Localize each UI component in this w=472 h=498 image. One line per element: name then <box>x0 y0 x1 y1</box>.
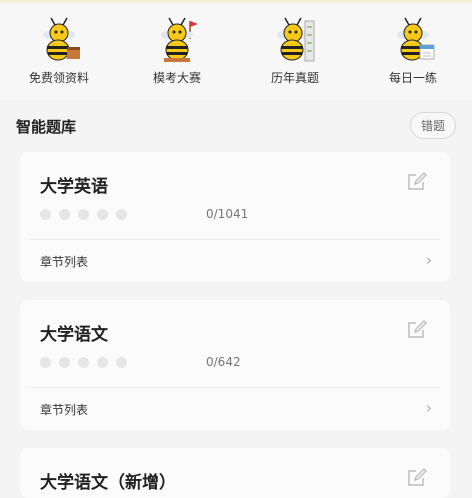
progress-dot <box>59 357 70 368</box>
bee-with-papers-icon <box>277 17 315 62</box>
progress-count: 0/1041 <box>206 207 249 221</box>
progress-count: 0/642 <box>206 355 241 369</box>
quick-action-past-exams[interactable]: 历年真题 <box>245 3 345 100</box>
quick-action-daily-practice[interactable]: 每日一练 <box>363 3 463 100</box>
chapter-list-label: 章节列表 <box>40 255 89 269</box>
course-card-college-chinese: 大学语文 0/642 章节列表 › <box>20 300 450 430</box>
quick-action-bar: 免费领资料 模考大赛 历年真题 每日一练 <box>0 3 472 100</box>
bee-with-calendar-icon <box>397 17 435 61</box>
course-card-college-chinese-new: 大学语文（新增） <box>20 448 450 498</box>
edit-icon[interactable] <box>406 318 428 340</box>
quick-action-mock-contest[interactable]: 模考大赛 <box>127 3 227 100</box>
progress-dot <box>97 209 108 220</box>
progress-dot <box>40 357 51 368</box>
progress-dots <box>40 209 127 220</box>
quick-action-label: 历年真题 <box>270 71 319 85</box>
chapter-list-link[interactable]: 章节列表 › <box>20 240 450 282</box>
progress-dot <box>116 209 127 220</box>
quick-action-label: 免费领资料 <box>28 71 89 85</box>
chapter-list-label: 章节列表 <box>40 403 89 417</box>
progress-dot <box>78 209 89 220</box>
bee-with-books-icon <box>43 17 80 61</box>
progress-dots <box>40 357 127 368</box>
progress-dot <box>78 357 89 368</box>
progress-dot <box>97 357 108 368</box>
course-title: 大学英语 <box>40 177 108 197</box>
chevron-right-icon: › <box>426 251 432 269</box>
course-title: 大学语文 <box>40 325 108 345</box>
progress-dot <box>116 357 127 368</box>
progress-dot <box>59 209 70 220</box>
section-title: 智能题库 <box>16 118 77 136</box>
quick-action-label: 模考大赛 <box>152 71 201 85</box>
edit-icon[interactable] <box>406 466 428 488</box>
quick-action-free-materials[interactable]: 免费领资料 <box>9 3 109 100</box>
progress-dot <box>40 209 51 220</box>
bee-with-flag-icon <box>161 17 198 62</box>
course-title: 大学语文（新增） <box>40 473 176 493</box>
chevron-right-icon: › <box>426 399 432 417</box>
edit-icon[interactable] <box>406 170 428 192</box>
smart-question-bank-header: 智能题库 错题 <box>0 108 472 144</box>
quick-action-label: 每日一练 <box>388 71 437 85</box>
course-card-college-english: 大学英语 0/1041 章节列表 › <box>20 152 450 282</box>
wrong-questions-button[interactable]: 错题 <box>409 112 456 139</box>
chapter-list-link[interactable]: 章节列表 › <box>20 388 450 430</box>
